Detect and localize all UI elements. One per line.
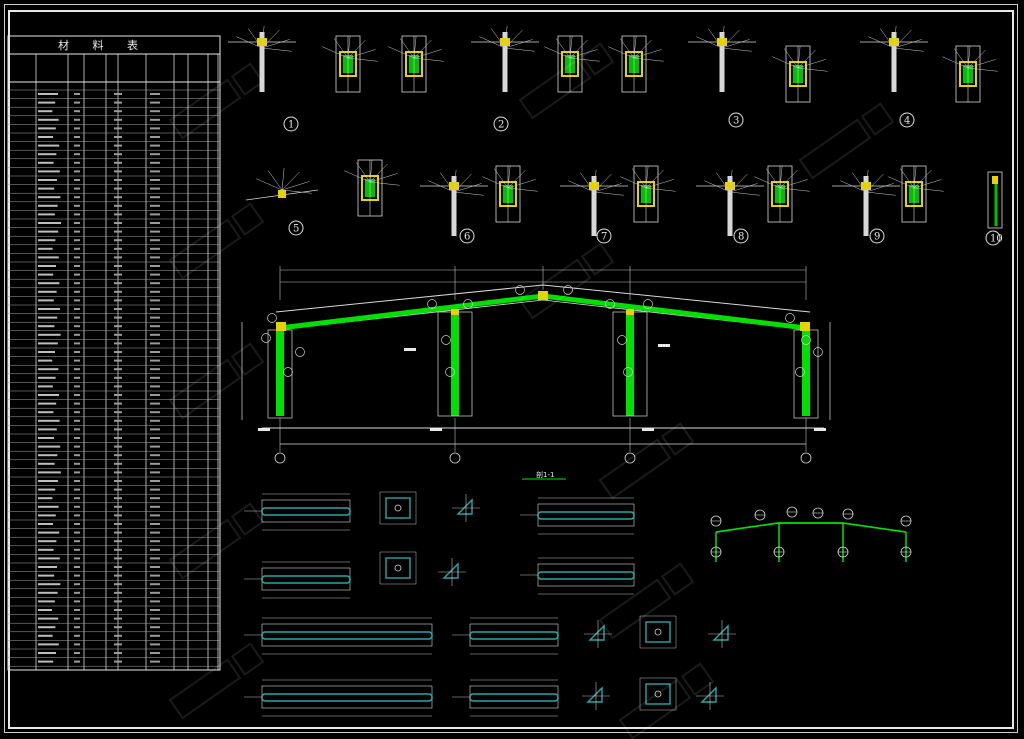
mini-frame-diagram <box>710 506 912 562</box>
material-table-title: 材 料 表 <box>58 38 148 52</box>
column-right <box>802 328 810 416</box>
joint-detail <box>471 26 539 92</box>
gusset-detail <box>708 620 736 648</box>
detail-marker-6: 6 <box>464 232 470 243</box>
detail-marker-1: 1 <box>288 120 294 131</box>
steel-plate-elevation <box>244 561 351 599</box>
joint-detail <box>560 170 628 236</box>
section-label: 剖1-1 <box>536 470 554 479</box>
gusset-detail <box>438 558 466 586</box>
column-left <box>276 328 284 416</box>
cad-drawing-sheet: 材 料 表 1 2 3 4 5 6 7 8 9 10 剖1-1 <box>0 0 1024 739</box>
column-mid-left <box>451 310 459 416</box>
base-plate-detail <box>639 615 677 649</box>
gusset-detail <box>696 682 724 710</box>
detail-marker-10: 10 <box>990 234 1003 245</box>
drawing-canvas: 材 料 表 1 2 3 4 5 6 7 8 9 10 剖1-1 <box>7 26 1003 739</box>
joint-detail <box>754 165 810 223</box>
steel-plate-elevation <box>520 497 635 535</box>
detail-marker-7: 7 <box>601 232 607 243</box>
base-plate-detail <box>379 491 417 525</box>
steel-plate-elevation <box>520 557 635 595</box>
detail-marker-9: 9 <box>874 232 880 243</box>
detail-marker-8: 8 <box>738 232 744 243</box>
joint-detail <box>608 35 664 93</box>
joint-detail <box>245 168 319 201</box>
joint-detail <box>344 159 400 217</box>
joint-detail <box>860 26 928 92</box>
connection-details-row-2: 5 6 7 8 9 10 <box>245 159 1003 246</box>
gusset-detail <box>452 494 480 522</box>
joint-detail <box>696 170 764 236</box>
column-mid-right <box>626 310 634 416</box>
steel-plate-elevation <box>244 617 433 655</box>
base-plate-detail <box>379 551 417 585</box>
detail-marker-2: 2 <box>498 120 504 131</box>
steel-plate-elevation <box>452 679 559 717</box>
joint-detail <box>772 45 828 103</box>
detail-marker-3: 3 <box>733 116 739 127</box>
joint-detail <box>620 165 676 223</box>
joint-detail <box>388 35 444 93</box>
joint-detail <box>420 170 488 236</box>
joint-detail <box>322 35 378 93</box>
rafter-member <box>279 293 807 331</box>
joint-detail <box>482 165 538 223</box>
steel-plate-elevation <box>244 679 433 717</box>
detail-marker-5: 5 <box>293 224 299 235</box>
connection-details-row-1: 1 2 3 4 <box>228 26 998 132</box>
joint-detail <box>688 26 756 92</box>
gusset-detail <box>582 682 610 710</box>
portal-frame-elevation: 剖1-1 <box>241 266 831 480</box>
joint-detail <box>888 165 944 223</box>
detail-marker-4: 4 <box>904 116 910 127</box>
joint-detail <box>832 170 900 236</box>
gusset-detail <box>584 620 612 648</box>
joint-detail <box>942 45 998 103</box>
steel-plate-elevation <box>452 617 559 655</box>
